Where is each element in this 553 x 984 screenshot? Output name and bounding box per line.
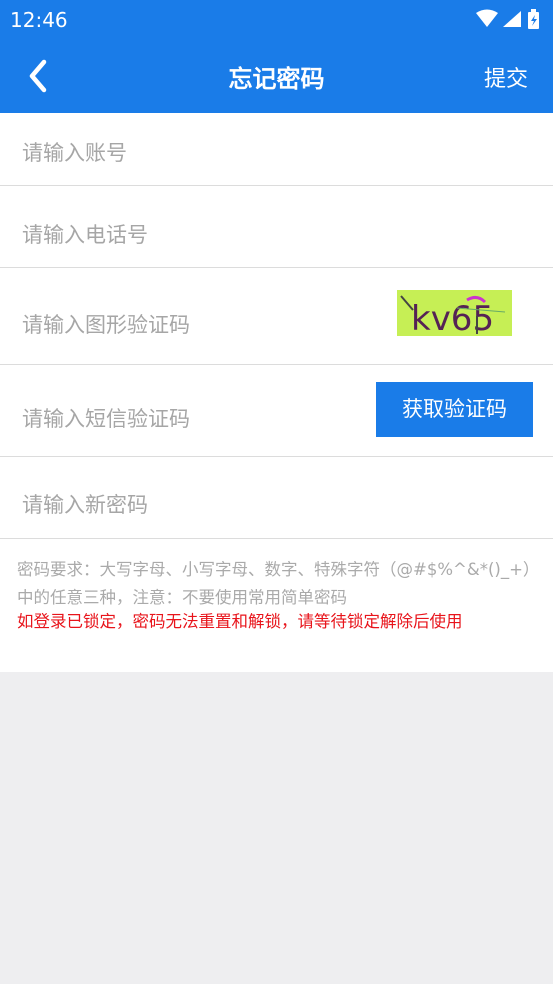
app-bar: 忘记密码 提交 — [0, 38, 553, 113]
page-title: 忘记密码 — [228, 65, 325, 93]
phone-row — [0, 186, 553, 268]
account-row — [0, 113, 553, 186]
captcha-image[interactable]: kv65 — [397, 290, 512, 339]
password-requirements-hint: 密码要求：大写字母、小写字母、数字、特殊字符（@#$%^&*()_+）中的任意三… — [17, 560, 532, 607]
sms-code-input[interactable] — [22, 401, 362, 437]
signal-icon — [503, 11, 521, 27]
submit-button[interactable]: 提交 — [484, 61, 528, 93]
status-time: 12:46 — [10, 8, 68, 32]
phone-input[interactable] — [22, 217, 362, 253]
lockout-warning: 如登录已锁定，密码无法重置和解锁，请等待锁定解除后使用 — [17, 612, 463, 631]
account-input[interactable] — [22, 135, 362, 171]
new-password-input[interactable] — [22, 487, 362, 523]
captcha-graphic: kv65 — [400, 295, 506, 339]
get-sms-code-button[interactable]: 获取验证码 — [376, 382, 533, 437]
battery-icon — [528, 9, 539, 29]
new-password-row — [0, 457, 553, 539]
captcha-text: kv65 — [411, 299, 494, 336]
wifi-icon — [476, 9, 498, 27]
status-bar: 12:46 — [0, 0, 553, 38]
captcha-input[interactable] — [22, 307, 362, 343]
status-icons — [476, 9, 539, 29]
